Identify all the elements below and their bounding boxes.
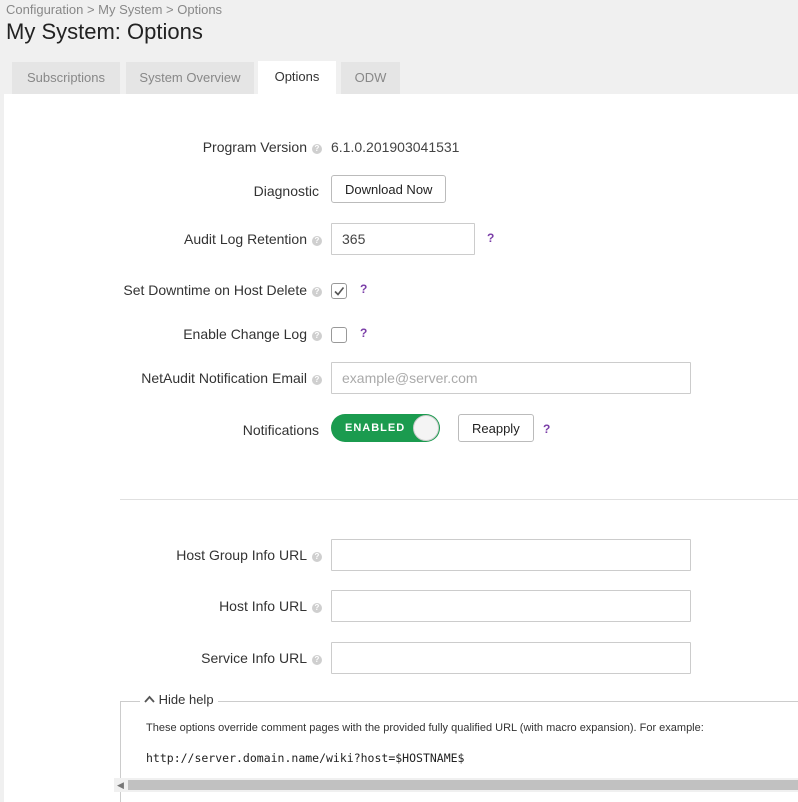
audit-log-retention-input[interactable] [331,223,475,255]
diagnostic-label: Diagnostic [253,183,319,199]
help-text: These options override comment pages wit… [146,722,704,734]
enable-change-log-label: Enable Change Log? [183,326,322,342]
horizontal-scrollbar[interactable]: ◀ [114,778,798,792]
notifications-toggle[interactable]: ENABLED [331,414,440,442]
netaudit-email-label: NetAudit Notification Email? [141,370,322,386]
tab-bar: Subscriptions System Overview Options OD… [0,61,798,94]
service-url-label: Service Info URL? [201,650,322,666]
help-icon[interactable]: ? [487,231,494,245]
info-icon: ? [312,655,322,665]
options-panel: Program Version? 6.1.0.201903041531 Diag… [4,94,798,802]
help-icon[interactable]: ? [360,326,367,340]
host-group-url-input[interactable] [331,539,691,571]
set-downtime-checkbox[interactable] [331,283,347,299]
set-downtime-label: Set Downtime on Host Delete? [123,282,322,298]
help-example-url: http://server.domain.name/wiki?host=$HOS… [146,751,465,765]
program-version-label: Program Version? [203,139,322,155]
host-group-url-label: Host Group Info URL? [176,547,322,563]
tab-odw[interactable]: ODW [341,62,400,94]
tab-options[interactable]: Options [258,61,336,94]
host-url-label: Host Info URL? [219,598,322,614]
host-url-input[interactable] [331,590,691,622]
info-icon: ? [312,287,322,297]
enable-change-log-checkbox[interactable] [331,327,347,343]
audit-log-retention-label: Audit Log Retention? [184,231,322,247]
tab-system-overview[interactable]: System Overview [126,62,254,94]
info-icon: ? [312,144,322,154]
toggle-state-label: ENABLED [345,422,406,434]
breadcrumb: Configuration > My System > Options [6,2,223,17]
toggle-knob [413,415,439,441]
notifications-label: Notifications [242,422,319,438]
checkmark-icon [334,287,345,296]
info-icon: ? [312,552,322,562]
info-icon: ? [312,236,322,246]
service-url-input[interactable] [331,642,691,674]
hide-help-toggle[interactable]: Hide help [140,692,218,707]
info-icon: ? [312,375,322,385]
tab-subscriptions[interactable]: Subscriptions [12,62,120,94]
section-divider [120,499,798,500]
download-now-button[interactable]: Download Now [331,175,447,203]
reapply-button[interactable]: Reapply [458,414,534,442]
info-icon: ? [312,331,322,341]
chevron-up-icon [144,695,155,703]
help-icon[interactable]: ? [360,282,367,296]
help-icon[interactable]: ? [543,422,550,436]
program-version-value: 6.1.0.201903041531 [331,139,460,155]
netaudit-email-input[interactable] [331,362,691,394]
info-icon: ? [312,603,322,613]
scroll-left-icon[interactable]: ◀ [117,778,124,792]
scrollbar-thumb[interactable] [128,780,798,790]
page-title: My System: Options [6,19,203,44]
